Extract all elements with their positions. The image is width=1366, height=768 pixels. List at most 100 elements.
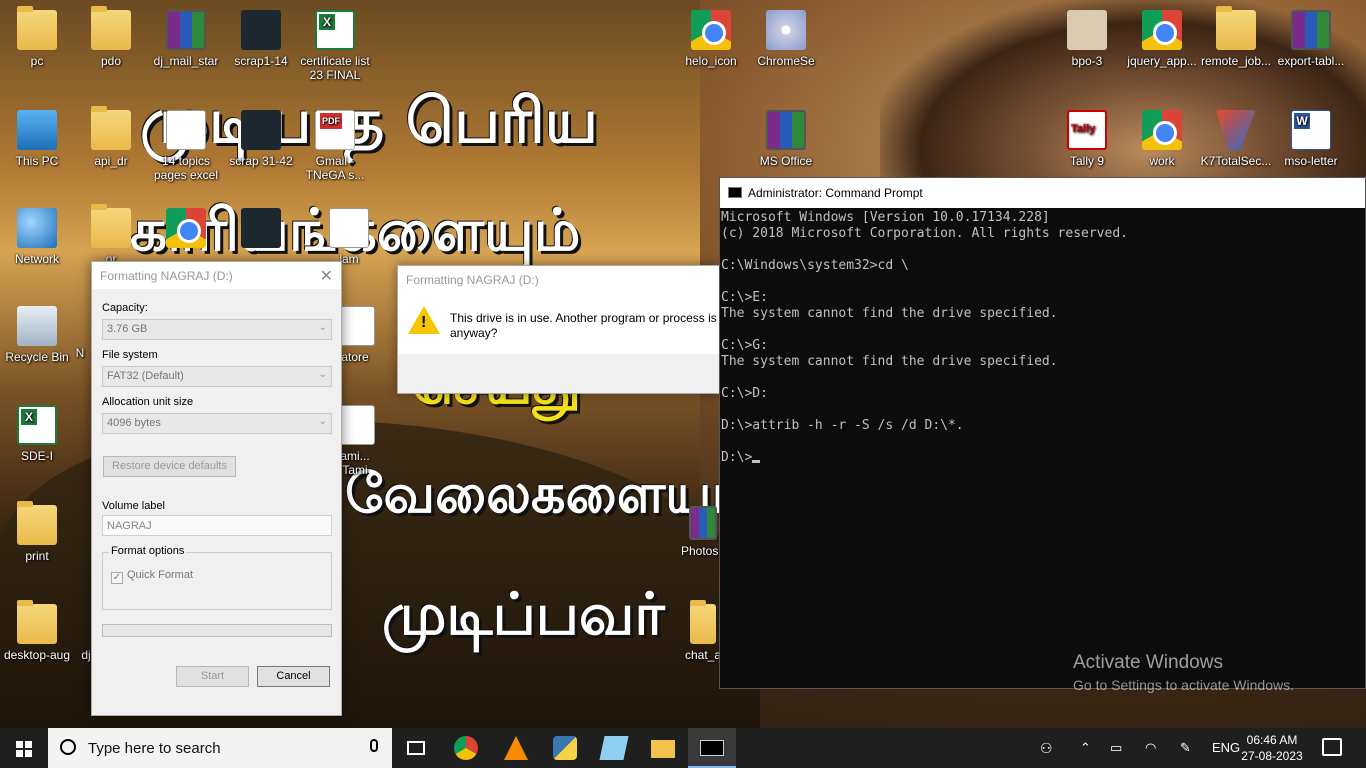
allocation-select[interactable]: 4096 bytes ⌄ [102, 413, 332, 434]
desktop-icon-network[interactable]: Network [0, 208, 74, 266]
desktop-icon-label: Tally 9 [1069, 154, 1104, 168]
desktop-icon-remote-job[interactable]: remote_job... [1199, 6, 1273, 68]
cancel-button[interactable]: Cancel [257, 666, 330, 687]
windows-logo-icon [16, 741, 32, 757]
cmd-title: Administrator: Command Prompt [748, 186, 923, 200]
wifi-icon[interactable]: ◠ [1145, 740, 1156, 756]
pdf-file-icon [315, 110, 355, 150]
filesystem-select[interactable]: FAT32 (Default) ⌄ [102, 366, 332, 387]
restore-defaults-button[interactable]: Restore device defaults [103, 456, 236, 477]
desktop-icon-14-topics[interactable]: 14 topics pages excel [149, 110, 223, 182]
taskbar-vlc[interactable] [492, 728, 540, 768]
desktop-icon-mso-letter[interactable]: mso-letter [1274, 110, 1348, 168]
desktop-icon-api-dr[interactable]: api_dr [74, 106, 148, 168]
taskbar-chrome[interactable] [442, 728, 490, 768]
desktop-icon-dj-mail-star[interactable]: dj_mail_star [149, 10, 223, 68]
desktop-icon-jquery-app[interactable]: jquery_app... [1125, 10, 1199, 68]
command-prompt-window[interactable]: Administrator: Command Prompt Microsoft … [719, 177, 1366, 689]
cmd-console-output[interactable]: Microsoft Windows [Version 10.0.17134.22… [720, 208, 1365, 466]
warning-message-line2: anyway? [450, 326, 498, 340]
taskbar: Type here to search ⚇ ⌃ ▭ ◠ ✎ ENG 06:46 … [0, 728, 1366, 768]
chrome-icon [454, 736, 478, 760]
desktop-icon-label: pdo [100, 54, 122, 68]
cmd-icon [728, 187, 742, 198]
microphone-icon[interactable] [370, 739, 378, 752]
language-indicator[interactable]: ENG [1212, 740, 1240, 755]
desktop-icon-helo-icon[interactable]: helo_icon [674, 10, 748, 68]
desktop-icon-label: atore [341, 350, 369, 364]
desktop-icon-work[interactable]: work [1125, 110, 1199, 168]
task-view-button[interactable] [392, 728, 440, 768]
desktop-icon-label: 14 topics pages excel [153, 154, 219, 182]
battery-icon[interactable]: ▭ [1110, 740, 1122, 756]
desktop-icon-pdo[interactable]: pdo [74, 6, 148, 68]
desktop-icon-label: bpo-3 [1071, 54, 1103, 68]
file-explorer-icon [651, 740, 675, 758]
pen-ink-icon[interactable]: ✎ [1180, 740, 1191, 756]
desktop-icon-chrome[interactable] [149, 208, 223, 252]
folder-icon [91, 204, 131, 248]
start-button[interactable]: Start [176, 666, 249, 687]
taskbar-command-prompt[interactable] [688, 728, 736, 768]
desktop-icon-sde-i[interactable]: SDE-I [0, 405, 74, 463]
cmd-line: C:\>D: [721, 386, 768, 401]
people-icon[interactable]: ⚇ [1040, 740, 1053, 757]
cmd-line: D:\>attrib -h -r -S /s /d D:\*. [721, 418, 964, 433]
desktop-icon-pc[interactable]: pc [0, 6, 74, 68]
close-icon[interactable]: ✕ [320, 266, 333, 286]
desktop-icon-label: SDE-I [20, 449, 53, 463]
desktop-icon-label: scrap 31-42 [229, 154, 293, 168]
desktop-icon-lam[interactable]: lam [312, 208, 386, 266]
taskbar-python[interactable] [541, 728, 589, 768]
volume-label-input[interactable] [102, 515, 332, 536]
desktop-icon-label: work [1149, 154, 1175, 168]
desktop-icon-desktop-aug[interactable]: desktop-aug [0, 600, 74, 662]
volume-label-label: Volume label [102, 500, 165, 512]
winrar-archive-icon [166, 10, 206, 50]
image-file-icon [1067, 10, 1107, 50]
taskbar-clock[interactable]: 06:46 AM 27-08-2023 [1241, 732, 1303, 764]
desktop-icon-label: scrap1-14 [234, 54, 288, 68]
show-hidden-icons-chevron-icon[interactable]: ⌃ [1080, 740, 1091, 756]
taskbar-search-box[interactable]: Type here to search [48, 728, 392, 768]
cmd-line: D:\> [721, 450, 1365, 466]
recycle-bin-icon [17, 306, 57, 346]
word-file-icon [1291, 110, 1331, 150]
desktop-icon-k7totalsec[interactable]: K7TotalSec... [1199, 110, 1273, 168]
desktop-icon-label: print [25, 549, 49, 563]
excel-file-icon [17, 405, 57, 445]
checkmark-icon: ✓ [111, 572, 123, 584]
warning-message: This drive is in use. Another program or… [450, 311, 719, 341]
format-dialog-titlebar[interactable]: Formatting NAGRAJ (D:) ✕ [92, 262, 341, 289]
desktop-icon-scrap-31-42[interactable]: scrap 31-42 [224, 110, 298, 168]
desktop-icon-or[interactable]: or [74, 204, 148, 266]
taskbar-file-explorer[interactable] [639, 728, 687, 768]
desktop-icon-scrap1-14[interactable]: scrap1-14 [224, 10, 298, 68]
desktop-icon-tally-9[interactable]: Tally 9 [1050, 110, 1124, 168]
desktop-icon-this-pc[interactable]: This PC [0, 110, 74, 168]
desktop-icon-gmail-pdf[interactable]: Gmail - TNeGA s... [298, 110, 372, 182]
cmd-line: Microsoft Windows [Version 10.0.17134.22… [721, 210, 1050, 225]
desktop-icon-certificate-list[interactable]: certificate list 23 FINAL [298, 10, 372, 82]
desktop-icon-label: N [75, 346, 85, 360]
capacity-select[interactable]: 3.76 GB ⌄ [102, 319, 332, 340]
action-center-icon[interactable] [1322, 738, 1342, 756]
cmd-titlebar[interactable]: Administrator: Command Prompt [720, 178, 1365, 208]
desktop-icon-export-table[interactable]: export-tabl... [1274, 10, 1348, 68]
folder-icon [690, 600, 716, 644]
desktop-icon-chromese[interactable]: ChromeSe [749, 10, 823, 68]
start-button[interactable] [0, 728, 48, 768]
cmd-line [721, 434, 1365, 450]
desktop-icon-screenshot[interactable] [224, 208, 298, 252]
vlc-icon [504, 736, 528, 760]
desktop-icon-label: helo_icon [685, 54, 737, 68]
quick-format-checkbox[interactable]: ✓ Quick Format [111, 569, 193, 584]
desktop-icon-print[interactable]: print [0, 501, 74, 563]
notepad-icon [599, 736, 629, 760]
taskbar-notepad[interactable] [590, 728, 638, 768]
desktop-icon-ms-office[interactable]: MS Office [749, 110, 823, 168]
desktop-icon-bpo-3[interactable]: bpo-3 [1050, 10, 1124, 68]
clock-time: 06:46 AM [1246, 733, 1298, 747]
spreadsheet-file-icon [166, 110, 206, 150]
desktop-icon-label: jquery_app... [1127, 54, 1197, 68]
